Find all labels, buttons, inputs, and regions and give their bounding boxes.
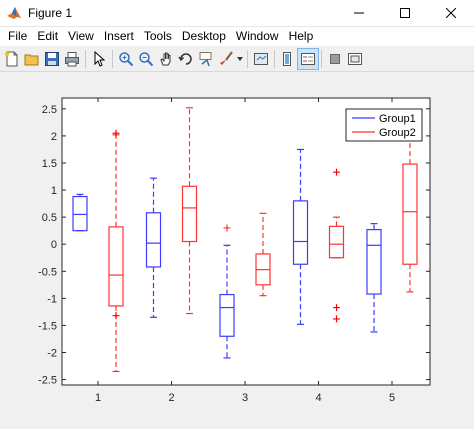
x-tick-label: 1 xyxy=(95,392,101,404)
save-button[interactable] xyxy=(42,49,62,69)
close-icon xyxy=(446,8,456,18)
legend-label: Group2 xyxy=(379,127,416,139)
menu-window[interactable]: Window xyxy=(231,27,284,46)
toolbar-separator xyxy=(112,50,113,68)
menu-tools[interactable]: Tools xyxy=(139,27,177,46)
menu-insert[interactable]: Insert xyxy=(99,27,139,46)
y-tick-label: -1.5 xyxy=(38,320,57,332)
y-tick-label: 2 xyxy=(51,131,57,143)
link-plot-icon xyxy=(254,53,268,65)
new-file-icon xyxy=(5,51,18,67)
y-tick-label: 1.5 xyxy=(42,158,57,170)
zoom-out-icon xyxy=(139,52,154,67)
show-plot-tools-button[interactable] xyxy=(345,49,365,69)
toolbar-separator xyxy=(247,50,248,68)
maximize-icon xyxy=(400,8,410,18)
insert-colorbar-button[interactable] xyxy=(278,49,298,69)
menu-edit[interactable]: Edit xyxy=(32,27,63,46)
show-plot-tools-icon xyxy=(348,53,362,65)
figure-toolbar xyxy=(0,47,474,72)
save-icon xyxy=(45,52,59,66)
colorbar-icon xyxy=(283,52,291,66)
menu-view[interactable]: View xyxy=(63,27,99,46)
edit-plot-button[interactable] xyxy=(89,49,109,69)
maximize-button[interactable] xyxy=(382,0,428,26)
menu-help[interactable]: Help xyxy=(284,27,319,46)
y-tick-label: -1 xyxy=(47,293,57,305)
boxplot-chart[interactable]: -2.5 -2 -1.5 -1 -0.5 0 0.5 1 1.5 2 2.5 1 2 3 4 5 Group1 G… xyxy=(0,72,474,426)
data-cursor-icon xyxy=(199,52,212,67)
brush-dropdown[interactable] xyxy=(236,49,244,69)
hide-plot-tools-button[interactable] xyxy=(325,49,345,69)
y-tick-label: -2 xyxy=(47,348,57,360)
y-tick-label: 0 xyxy=(51,239,57,251)
print-icon xyxy=(65,52,79,67)
y-tick-label: 0.5 xyxy=(42,212,57,224)
insert-legend-button[interactable] xyxy=(297,48,319,70)
open-button[interactable] xyxy=(22,49,42,69)
minimize-button[interactable] xyxy=(336,0,382,26)
x-tick-label: 2 xyxy=(168,392,174,404)
pan-icon xyxy=(160,52,171,66)
rotate-3d-icon xyxy=(178,53,192,65)
zoom-in-button[interactable] xyxy=(116,49,136,69)
figure-canvas: -2.5 -2 -1.5 -1 -0.5 0 0.5 1 1.5 2 2.5 1 2 3 4 5 Group1 G… xyxy=(0,72,474,426)
pointer-icon xyxy=(94,51,106,67)
print-button[interactable] xyxy=(62,49,82,69)
toolbar-separator xyxy=(274,50,275,68)
chevron-down-icon xyxy=(237,57,243,61)
brush-icon xyxy=(220,51,233,65)
new-file-button[interactable] xyxy=(2,49,22,69)
x-tick-label: 3 xyxy=(242,392,248,404)
legend-label: Group1 xyxy=(379,113,416,125)
pan-button[interactable] xyxy=(156,49,176,69)
hide-plot-tools-icon xyxy=(330,54,340,64)
x-tick-label: 4 xyxy=(315,392,321,404)
data-cursor-button[interactable] xyxy=(196,49,216,69)
close-button[interactable] xyxy=(428,0,474,26)
legend-icon xyxy=(301,53,315,65)
menu-bar: File Edit View Insert Tools Desktop Wind… xyxy=(0,27,474,46)
toolbar-separator xyxy=(85,50,86,68)
y-tick-label: 2.5 xyxy=(42,104,57,116)
zoom-in-icon xyxy=(119,52,134,67)
y-tick-label: 1 xyxy=(51,185,57,197)
brush-button[interactable] xyxy=(216,49,236,69)
y-tick-label: -2.5 xyxy=(38,375,57,387)
open-folder-icon xyxy=(24,54,39,66)
rotate-button[interactable] xyxy=(176,49,196,69)
link-plot-button[interactable] xyxy=(251,49,271,69)
minimize-icon xyxy=(354,12,364,14)
menu-desktop[interactable]: Desktop xyxy=(177,27,231,46)
y-tick-label: -0.5 xyxy=(38,266,57,278)
matlab-icon xyxy=(6,5,22,21)
x-tick-label: 5 xyxy=(389,392,395,404)
window-title: Figure 1 xyxy=(28,6,73,20)
title-bar: Figure 1 xyxy=(0,0,474,27)
toolbar-separator xyxy=(321,50,322,68)
zoom-out-button[interactable] xyxy=(136,49,156,69)
menu-file[interactable]: File xyxy=(3,27,32,46)
